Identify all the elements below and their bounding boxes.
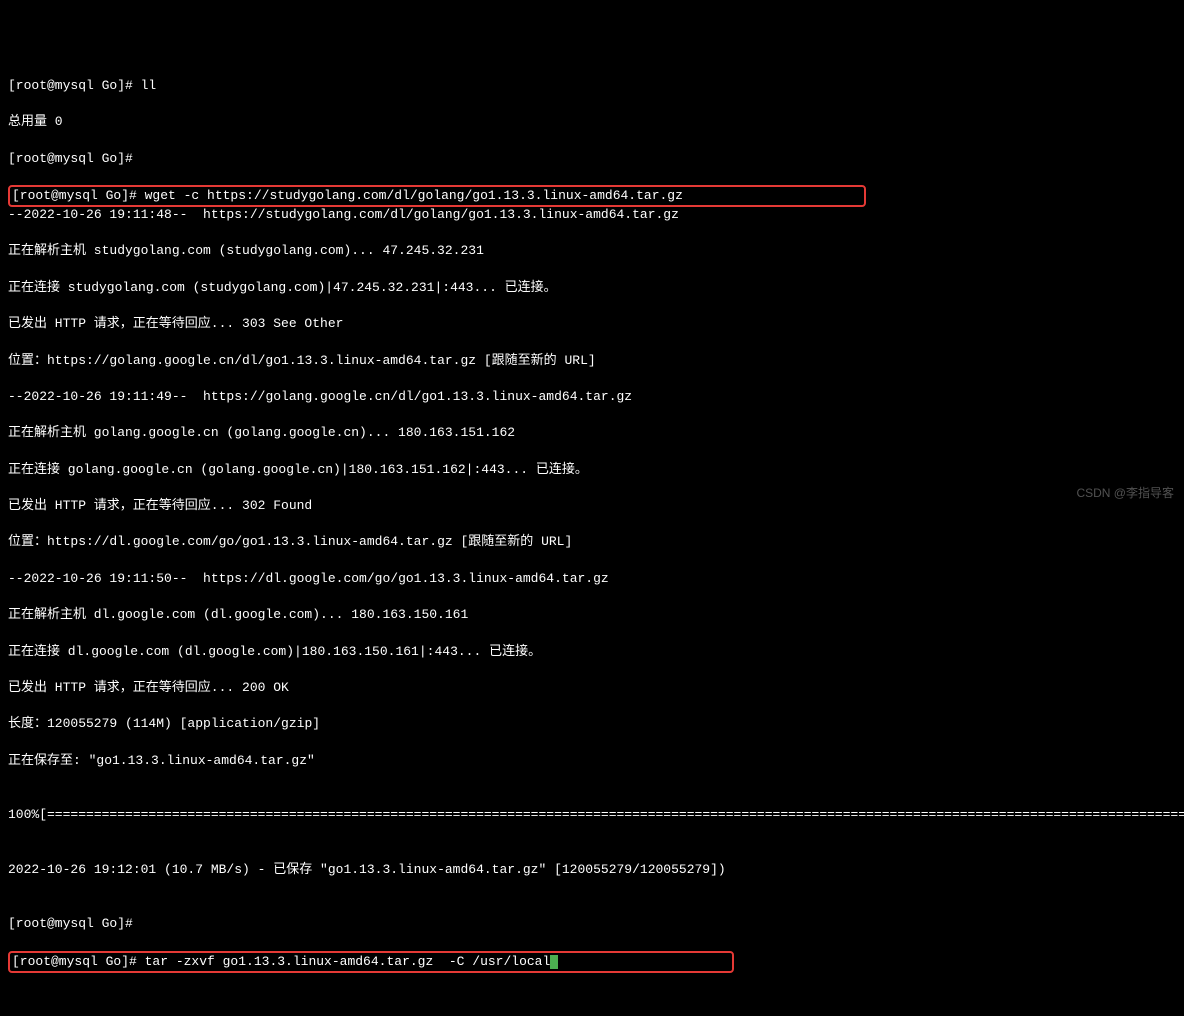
terminal-line: 已发出 HTTP 请求，正在等待回应... 303 See Other [8,315,1176,333]
terminal-line: 已发出 HTTP 请求，正在等待回应... 200 OK [8,679,1176,697]
terminal-line: 位置：https://dl.google.com/go/go1.13.3.lin… [8,533,1176,551]
terminal-line: --2022-10-26 19:11:48-- https://studygol… [8,206,1176,224]
highlighted-tar-command: [root@mysql Go]# tar -zxvf go1.13.3.linu… [8,951,734,973]
terminal-line: 正在连接 golang.google.cn (golang.google.cn)… [8,461,1176,479]
terminal-line: 位置：https://golang.google.cn/dl/go1.13.3.… [8,352,1176,370]
watermark: CSDN @李指导客 [1076,485,1174,502]
wget-command-text: [root@mysql Go]# wget -c https://studygo… [12,188,683,203]
terminal-line: [root@mysql Go]# [8,150,1176,168]
terminal-line: 正在连接 studygolang.com (studygolang.com)|4… [8,279,1176,297]
terminal-line: 正在保存至: "go1.13.3.linux-amd64.tar.gz" [8,752,1176,770]
terminal-line: [root@mysql Go]# ll [8,77,1176,95]
terminal-line: 总用量 0 [8,113,1176,131]
terminal-line: 正在解析主机 studygolang.com (studygolang.com)… [8,242,1176,260]
terminal-line: [root@mysql Go]# [8,915,1176,933]
terminal-line: 已发出 HTTP 请求，正在等待回应... 302 Found [8,497,1176,515]
tar-command-text: [root@mysql Go]# tar -zxvf go1.13.3.linu… [12,954,550,969]
cursor-icon [550,955,558,969]
terminal-line: 正在解析主机 dl.google.com (dl.google.com)... … [8,606,1176,624]
terminal-line: 正在解析主机 golang.google.cn (golang.google.c… [8,424,1176,442]
highlighted-wget-command: [root@mysql Go]# wget -c https://studygo… [8,185,866,207]
terminal-line: 2022-10-26 19:12:01 (10.7 MB/s) - 已保存 "g… [8,861,1176,879]
progress-bar: 100%[===================================… [8,806,1176,824]
terminal-line: --2022-10-26 19:11:50-- https://dl.googl… [8,570,1176,588]
terminal-line: --2022-10-26 19:11:49-- https://golang.g… [8,388,1176,406]
terminal-line: 正在连接 dl.google.com (dl.google.com)|180.1… [8,643,1176,661]
terminal-line: 长度：120055279 (114M) [application/gzip] [8,715,1176,733]
